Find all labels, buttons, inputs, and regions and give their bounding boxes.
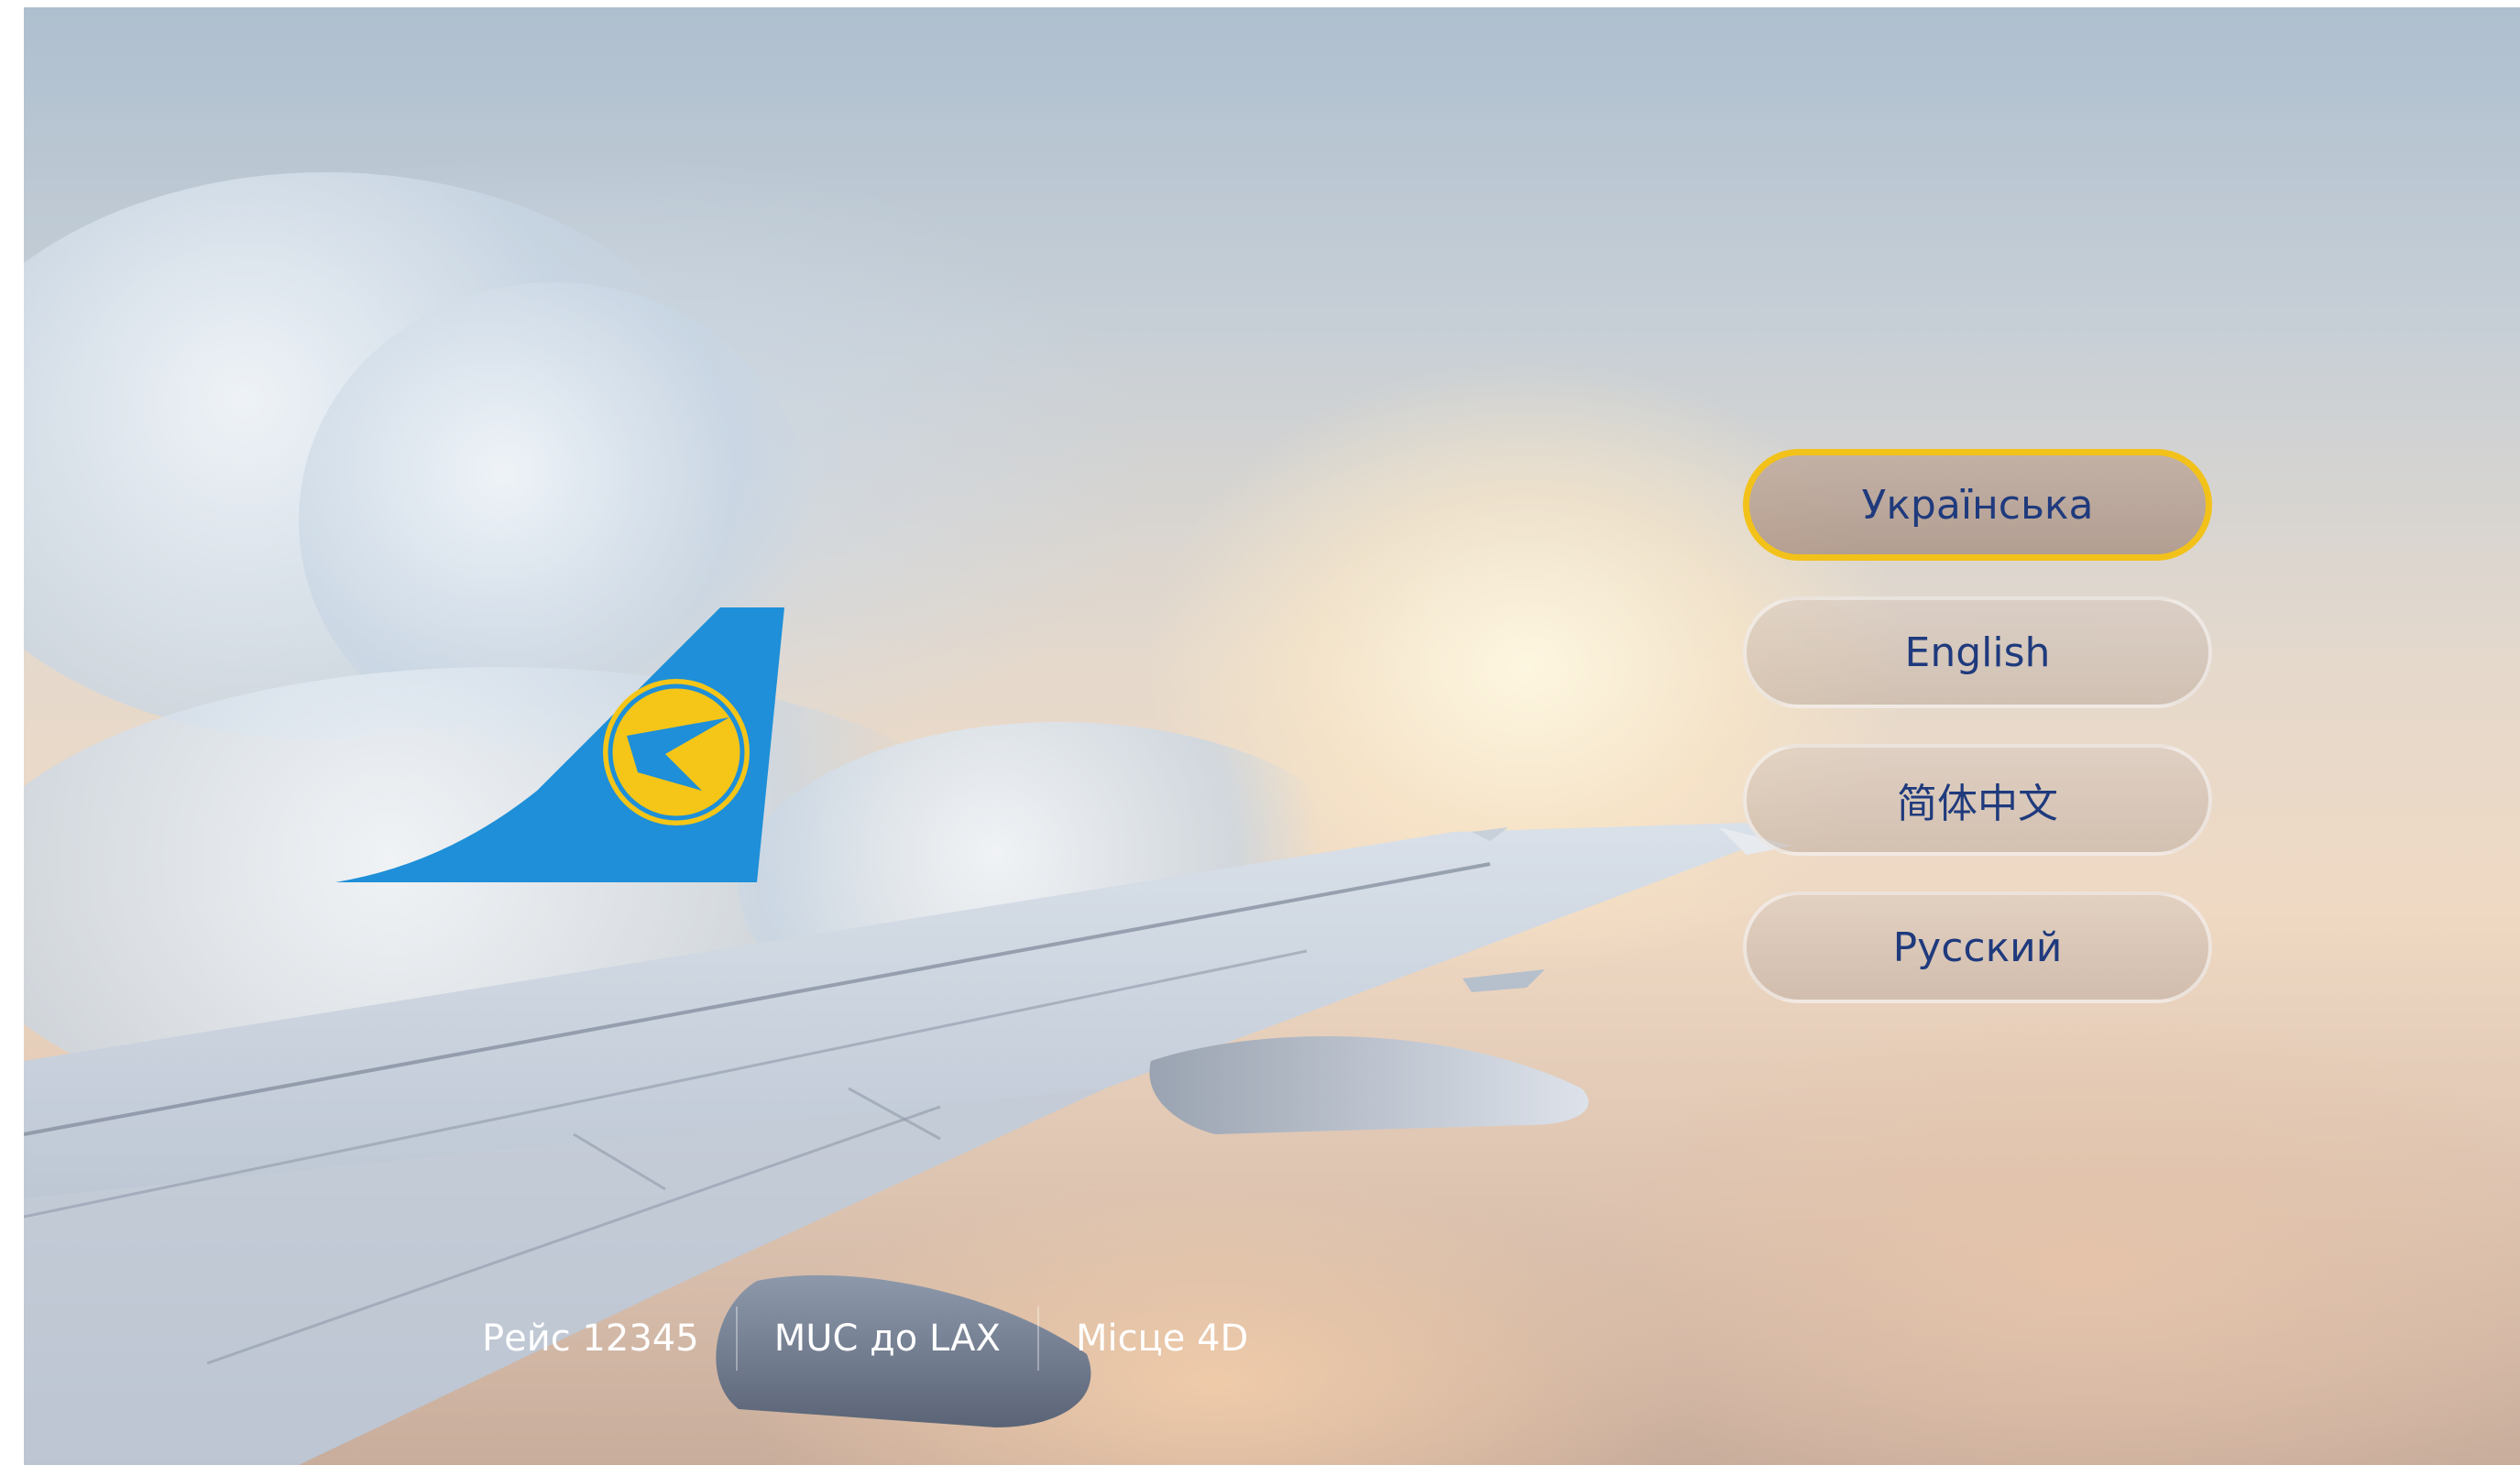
flight-info-bar: Рейс 12345 MUC до LAX Місце 4D	[482, 1306, 1285, 1371]
language-label: English	[1904, 629, 2051, 676]
language-selector: Українська English 简体中文 Русский	[1743, 449, 2216, 1039]
welcome-screen: Українська English 简体中文 Русский Рейс 123…	[24, 7, 2520, 1465]
language-button-chinese[interactable]: 简体中文	[1743, 744, 2212, 856]
flight-number: Рейс 12345	[482, 1317, 699, 1360]
language-button-english[interactable]: English	[1743, 596, 2212, 708]
language-button-ukrainian[interactable]: Українська	[1743, 449, 2212, 561]
language-label: 简体中文	[1897, 781, 2058, 827]
flight-route: MUC до LAX	[773, 1317, 1001, 1360]
language-label: Русский	[1892, 924, 2063, 971]
language-label: Українська	[1861, 481, 2094, 529]
seat-number: Місце 4D	[1075, 1317, 1249, 1360]
language-button-russian[interactable]: Русский	[1743, 891, 2212, 1003]
airline-tail-logo-icon	[335, 607, 784, 882]
